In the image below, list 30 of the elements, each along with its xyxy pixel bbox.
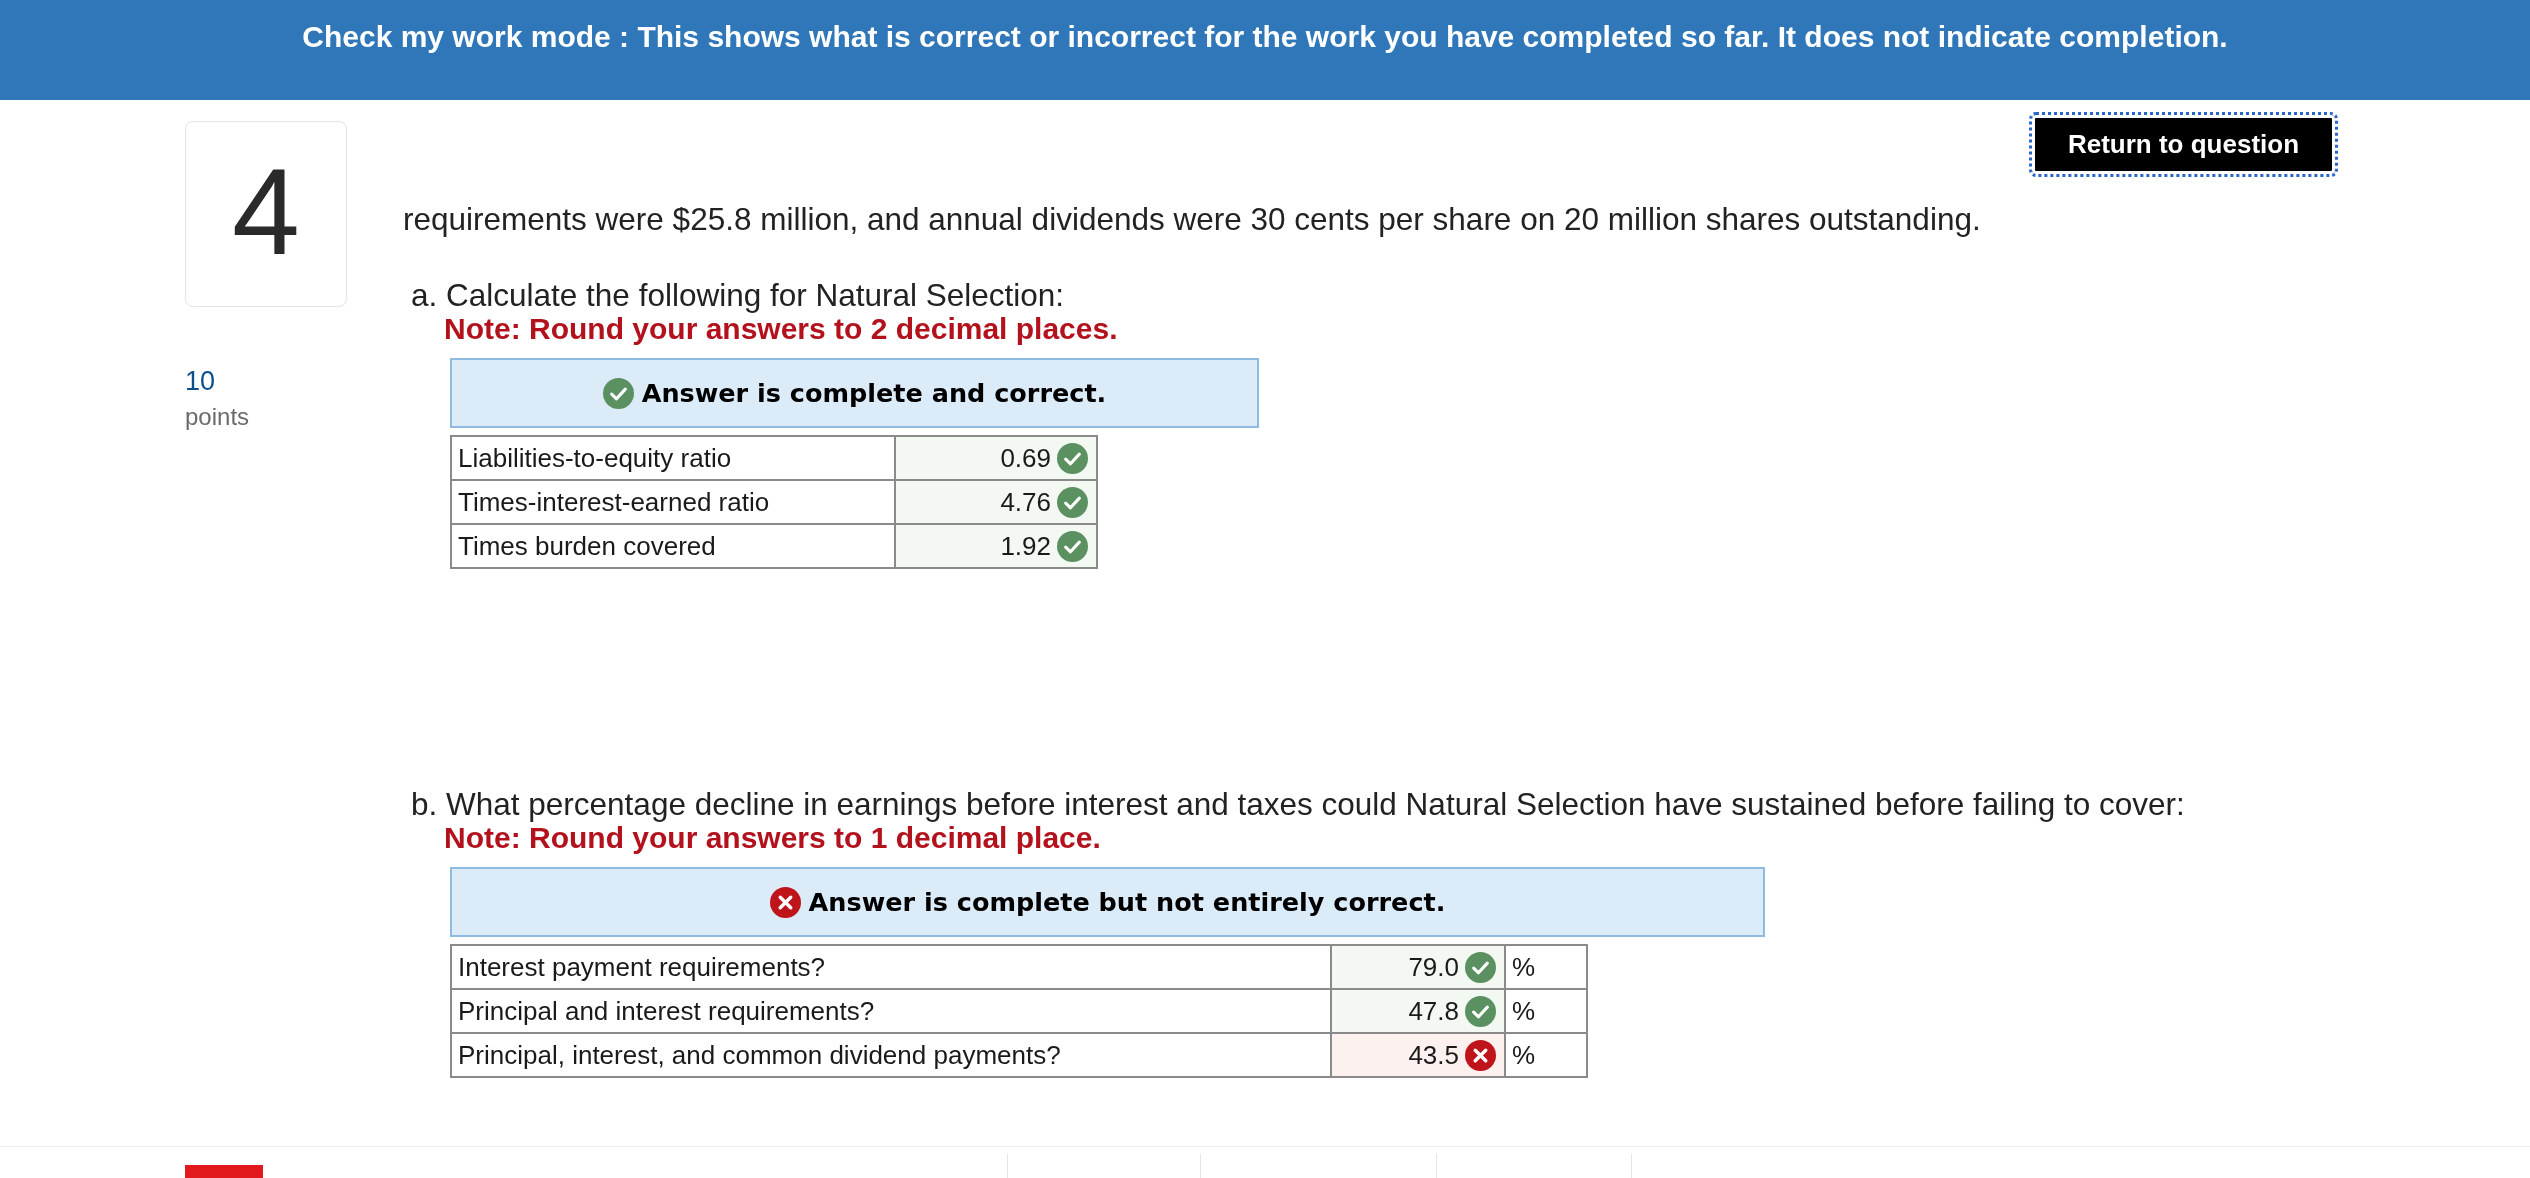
row-label: Principal, interest, and common dividend payments? <box>451 1033 1331 1077</box>
points-value: 10 <box>185 365 216 397</box>
row-label: Times-interest-earned ratio <box>451 480 895 524</box>
mode-notice: Check my work mode : This shows what is correct or incorrect for the work you have completed so far. It does not indicate completion. <box>302 19 2228 55</box>
cross-icon <box>769 886 801 918</box>
row-label: Interest payment requirements? <box>451 945 1331 989</box>
row-label: Principal and interest requirements? <box>451 989 1331 1033</box>
answer-value: 1.92 <box>1000 530 1051 562</box>
answer-value: 0.69 <box>1000 442 1051 474</box>
row-label: Times burden covered <box>451 524 895 568</box>
points-label: points <box>185 403 250 431</box>
rounding-note: Note: Round your answers to 2 decimal places. <box>444 312 1118 346</box>
rounding-note: Note: Round your answers to 1 decimal place. <box>444 821 1101 855</box>
logo-icon <box>185 1165 263 1178</box>
part-prompt: b. What percentage decline in earnings before interest and taxes could Natural Selection have sustained before failing to cover: <box>411 787 2185 821</box>
unit-label: % <box>1505 945 1587 989</box>
part-prompt: a. Calculate the following for Natural Selection: <box>411 278 1065 312</box>
question-number: 4 <box>232 151 300 273</box>
unit-label: % <box>1505 1033 1587 1077</box>
question-text: requirements were $25.8 million, and annual dividends were 30 cents per share on 20 million shares outstanding. <box>403 200 1981 238</box>
answer-value: 47.8 <box>1408 995 1459 1027</box>
result-message: Answer is complete and correct. <box>641 378 1107 408</box>
answer-value: 79.0 <box>1408 951 1459 983</box>
answer-value: 43.5 <box>1408 1039 1459 1071</box>
result-message: Answer is complete but not entirely correct. <box>808 887 1446 917</box>
answer-value: 4.76 <box>1000 486 1051 518</box>
check-icon <box>602 377 634 409</box>
unit-label: % <box>1505 989 1587 1033</box>
row-label: Liabilities-to-equity ratio <box>451 436 895 480</box>
return-to-question-button[interactable]: Return to question <box>2029 112 2338 177</box>
